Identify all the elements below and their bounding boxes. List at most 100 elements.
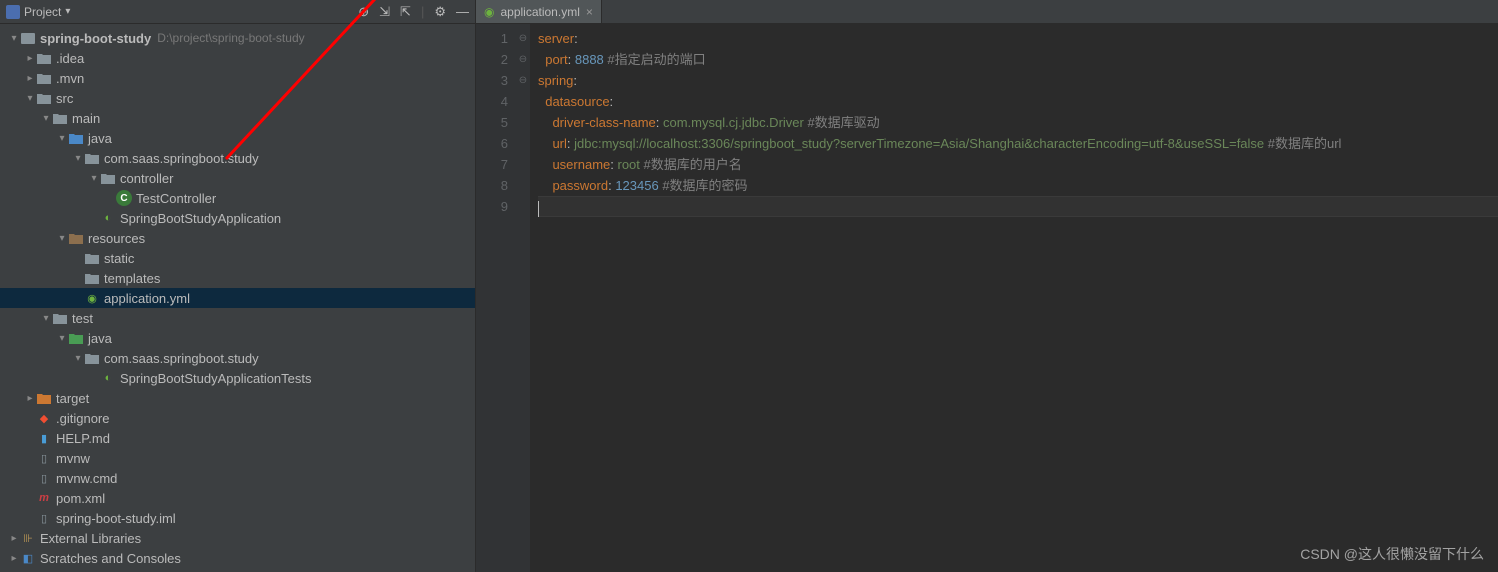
chevron-down-icon[interactable]: ▾ (72, 353, 84, 364)
chevron-down-icon[interactable]: ▾ (56, 133, 68, 144)
yaml-icon: ◉ (484, 5, 494, 19)
chevron-right-icon[interactable]: ▸ (8, 553, 20, 564)
tree-root[interactable]: ▾spring-boot-studyD:\project\spring-boot… (0, 28, 475, 48)
tree-item-scratches[interactable]: ▸◧Scratches and Consoles (0, 548, 475, 568)
tree-label: src (56, 91, 73, 106)
class-icon: C (116, 190, 132, 206)
chevron-down-icon[interactable]: ▾ (40, 113, 52, 124)
tree-item-pom[interactable]: mpom.xml (0, 488, 475, 508)
tree-label: resources (88, 231, 145, 246)
tree-item-idea[interactable]: ▸.idea (0, 48, 475, 68)
locate-icon[interactable]: ⊕ (358, 4, 369, 20)
library-icon: ⊪ (20, 530, 36, 546)
tree-label: mvnw.cmd (56, 471, 117, 486)
package-icon (84, 150, 100, 166)
tree-label: java (88, 331, 112, 346)
excluded-folder-icon (36, 390, 52, 406)
tree-item-test-java[interactable]: ▾ java (0, 328, 475, 348)
hide-icon[interactable]: — (456, 4, 469, 19)
gear-icon[interactable]: ⚙ (434, 4, 446, 20)
tree-item-application-yml[interactable]: ◉ application.yml (0, 288, 475, 308)
scratches-icon: ◧ (20, 550, 36, 566)
tree-label: test (72, 311, 93, 326)
tree-item-test-package[interactable]: ▾ com.saas.springboot.study (0, 348, 475, 368)
package-icon (84, 350, 100, 366)
tree-label: .gitignore (56, 411, 109, 426)
tree-item-ext-lib[interactable]: ▸⊪ External Libraries (0, 528, 475, 548)
folder-icon (84, 250, 100, 266)
chevron-down-icon[interactable]: ▾ (24, 93, 36, 104)
chevron-down-icon[interactable]: ▾ (88, 173, 100, 184)
project-tree[interactable]: ▾spring-boot-studyD:\project\spring-boot… (0, 24, 475, 572)
tree-label: .mvn (56, 71, 84, 86)
test-folder-icon (68, 330, 84, 346)
chevron-right-icon[interactable]: ▸ (24, 393, 36, 404)
chevron-down-icon[interactable]: ▾ (72, 153, 84, 164)
fold-gutter[interactable]: ⊖⊖⊖ (516, 24, 530, 572)
expand-icon[interactable]: ⇲ (379, 4, 390, 20)
close-icon[interactable]: × (586, 5, 593, 19)
tree-item-test-controller[interactable]: C TestController (0, 188, 475, 208)
chevron-right-icon[interactable]: ▸ (24, 53, 36, 64)
tree-label: External Libraries (40, 531, 141, 546)
tree-label: application.yml (104, 291, 190, 306)
tree-item-spring-app[interactable]: ◐SpringBootStudyApplication (0, 208, 475, 228)
tab-application-yml[interactable]: ◉ application.yml × (476, 0, 602, 23)
project-view-icon (6, 5, 20, 19)
tree-label: target (56, 391, 89, 406)
folder-icon (52, 310, 68, 326)
divider: | (421, 4, 424, 19)
tree-item-java[interactable]: ▾java (0, 128, 475, 148)
tree-label: mvnw (56, 451, 90, 466)
tree-label: main (72, 111, 100, 126)
tree-label: TestController (136, 191, 216, 206)
tree-label: SpringBootStudyApplicationTests (120, 371, 312, 386)
chevron-right-icon[interactable]: ▸ (24, 73, 36, 84)
tree-item-target[interactable]: ▸ target (0, 388, 475, 408)
chevron-down-icon: ▾ (65, 6, 70, 17)
tree-label: com.saas.springboot.study (104, 351, 259, 366)
file-icon: ▯ (36, 470, 52, 486)
folder-icon (36, 50, 52, 66)
tree-item-test[interactable]: ▾ test (0, 308, 475, 328)
project-title-wrap[interactable]: Project ▾ (6, 5, 358, 19)
tree-item-templates[interactable]: templates (0, 268, 475, 288)
spring-icon: ◐ (100, 210, 116, 226)
tree-item-mvnw[interactable]: ▯mvnw (0, 448, 475, 468)
tree-item-static[interactable]: static (0, 248, 475, 268)
tree-item-src[interactable]: ▾ src (0, 88, 475, 108)
chevron-down-icon[interactable]: ▾ (8, 33, 20, 44)
editor-tabs: ◉ application.yml × (476, 0, 1498, 24)
folder-icon (36, 90, 52, 106)
tree-path: D:\project\spring-boot-study (157, 31, 304, 45)
code-content[interactable]: server: port: 8888 #指定启动的端口spring: datas… (530, 24, 1498, 572)
folder-icon (36, 70, 52, 86)
chevron-right-icon[interactable]: ▸ (8, 533, 20, 544)
maven-icon: m (36, 490, 52, 506)
folder-icon (52, 110, 68, 126)
module-icon (20, 30, 36, 46)
tree-item-iml[interactable]: ▯spring-boot-study.iml (0, 508, 475, 528)
line-gutter: 123456789 (476, 24, 516, 572)
chevron-down-icon[interactable]: ▾ (56, 333, 68, 344)
tree-item-help[interactable]: ▮HELP.md (0, 428, 475, 448)
tree-item-gitignore[interactable]: ◆.gitignore (0, 408, 475, 428)
chevron-down-icon[interactable]: ▾ (56, 233, 68, 244)
tree-item-spring-app-tests[interactable]: ◐SpringBootStudyApplicationTests (0, 368, 475, 388)
watermark: CSDN @这人很懒没留下什么 (1300, 544, 1484, 564)
tree-label: HELP.md (56, 431, 110, 446)
tree-item-main[interactable]: ▾ main (0, 108, 475, 128)
code-area[interactable]: 123456789 ⊖⊖⊖ server: port: 8888 #指定启动的端… (476, 24, 1498, 572)
collapse-icon[interactable]: ⇱ (400, 4, 411, 20)
chevron-down-icon[interactable]: ▾ (40, 313, 52, 324)
project-sidebar: Project ▾ ⊕ ⇲ ⇱ | ⚙ — ▾spring-boot-study… (0, 0, 476, 572)
resources-folder-icon (68, 230, 84, 246)
tree-item-resources[interactable]: ▾ resources (0, 228, 475, 248)
yaml-icon: ◉ (84, 290, 100, 306)
tree-item-package[interactable]: ▾com.saas.springboot.study (0, 148, 475, 168)
tree-item-mvnw-cmd[interactable]: ▯ mvnw.cmd (0, 468, 475, 488)
tree-label: templates (104, 271, 160, 286)
sidebar-header: Project ▾ ⊕ ⇲ ⇱ | ⚙ — (0, 0, 475, 24)
tree-item-mvn[interactable]: ▸ .mvn (0, 68, 475, 88)
tree-item-controller[interactable]: ▾controller (0, 168, 475, 188)
